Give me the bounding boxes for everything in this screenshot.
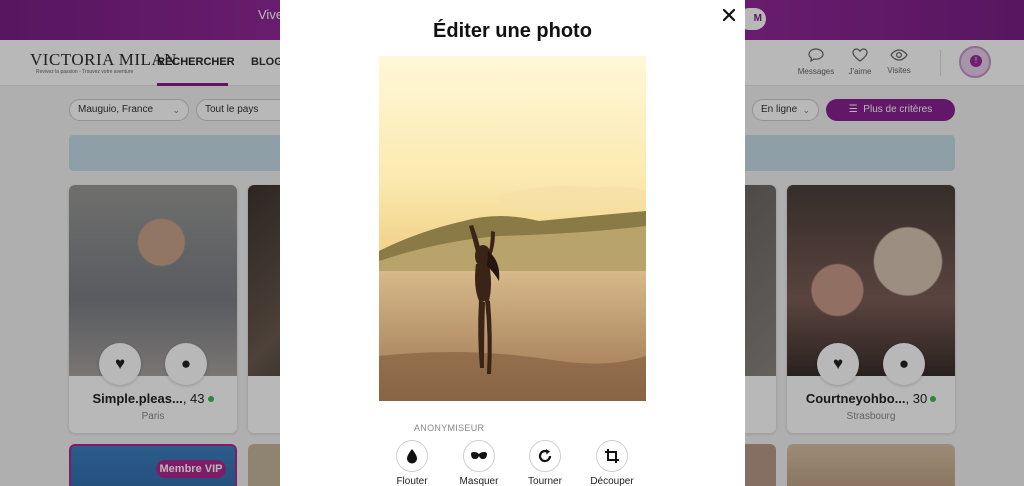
rotate-label: Tourner xyxy=(528,476,562,486)
photo-preview xyxy=(379,56,646,401)
close-icon xyxy=(722,8,736,22)
crop-icon xyxy=(605,449,619,463)
crop-button[interactable]: Découper xyxy=(582,440,642,486)
crop-button-circle xyxy=(596,440,628,472)
mask-button-circle xyxy=(463,440,495,472)
mask-icon xyxy=(471,452,487,459)
beach-photo xyxy=(379,56,646,401)
blur-button-circle xyxy=(396,440,428,472)
modal-title: Éditer une photo xyxy=(433,20,592,42)
edit-photo-modal: Éditer une photo ANONYMISEUR Flouter Mas… xyxy=(280,0,745,486)
close-button[interactable] xyxy=(722,5,736,26)
rotate-button-circle xyxy=(529,440,561,472)
drop-icon xyxy=(407,449,417,464)
mask-label: Masquer xyxy=(459,476,499,486)
mask-button[interactable]: Masquer xyxy=(449,440,509,486)
rotate-icon xyxy=(538,449,552,463)
rotate-button[interactable]: Tourner xyxy=(515,440,575,486)
blur-label: Flouter xyxy=(396,476,428,486)
blur-button[interactable]: Flouter xyxy=(382,440,442,486)
anonymizer-label: ANONYMISEUR xyxy=(414,423,485,433)
crop-label: Découper xyxy=(590,476,634,486)
